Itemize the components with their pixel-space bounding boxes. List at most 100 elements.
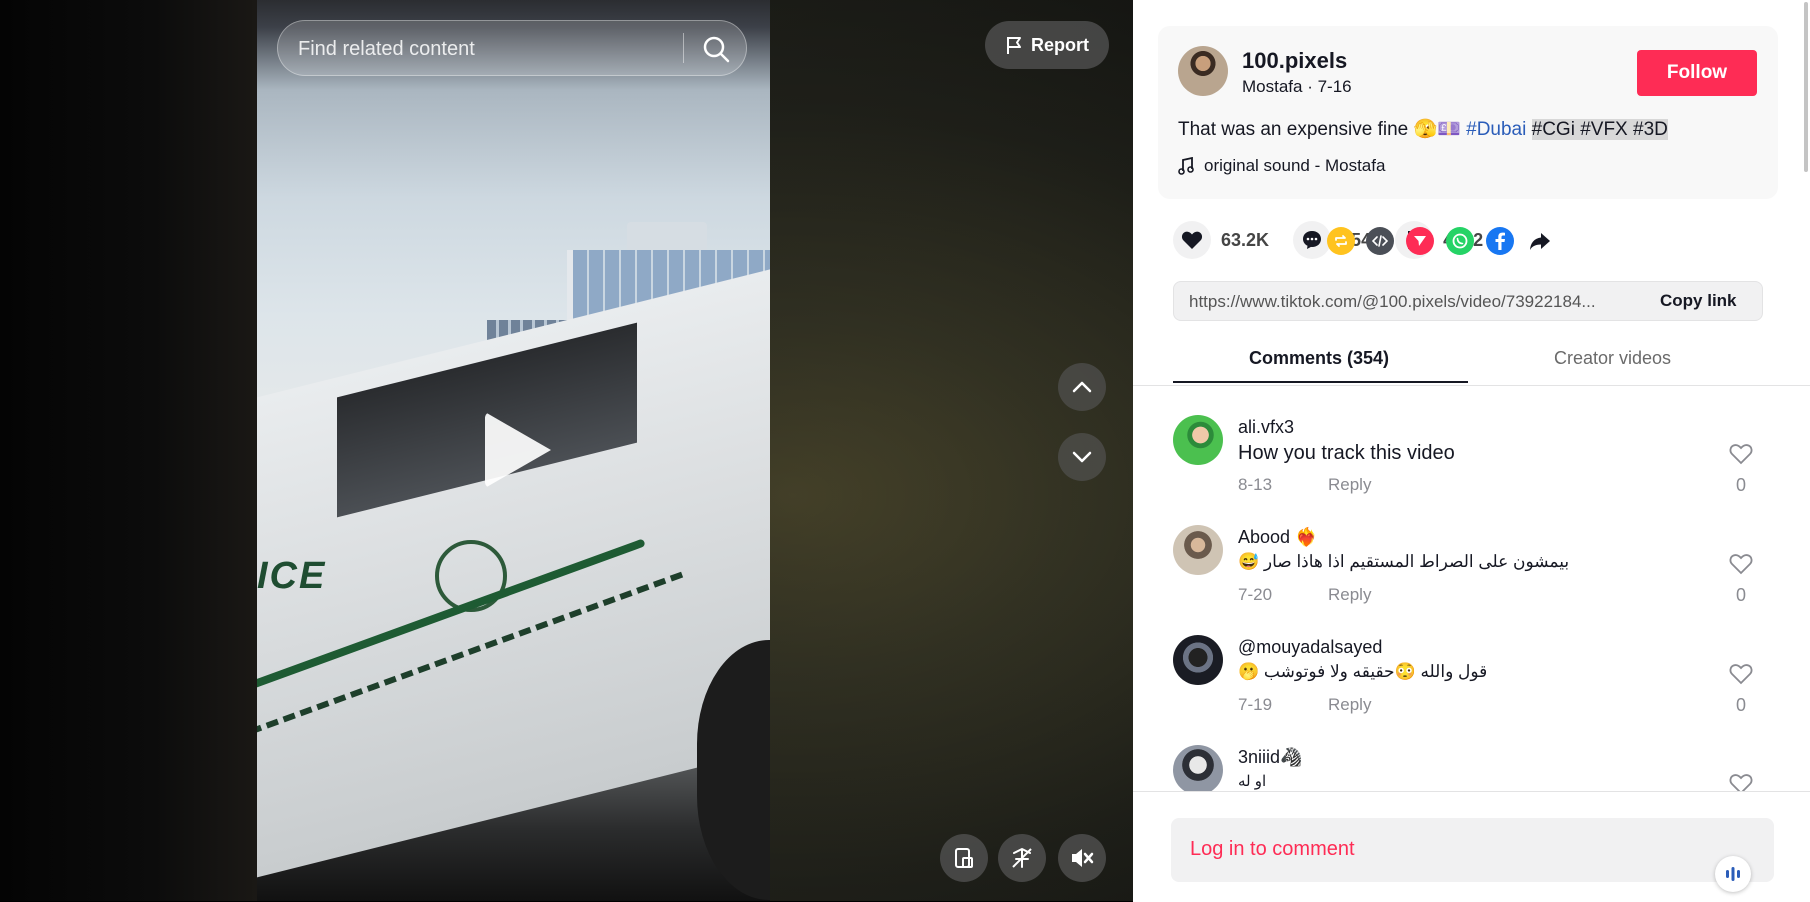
commenter-avatar[interactable] <box>1173 525 1223 575</box>
car-lettering: ICE <box>257 555 327 597</box>
comment-item: @mouyadalsayed قول والله 😳حقيقه ولا فوتو… <box>1173 615 1773 725</box>
commenter-avatar[interactable] <box>1173 745 1223 791</box>
audio-bars-icon <box>1726 867 1740 881</box>
repost-icon <box>1335 235 1347 247</box>
flag-icon <box>1007 37 1021 54</box>
send-icon <box>1414 236 1426 246</box>
share-arrow-icon <box>1530 233 1550 250</box>
post-info-card: 100.pixels Mostafa · 7-16 Follow That wa… <box>1158 26 1778 199</box>
commenter-name[interactable]: Abood ❤️‍🔥 <box>1238 527 1317 548</box>
chevron-up-icon <box>1072 381 1092 393</box>
author-nickname: Mostafa <box>1242 77 1303 96</box>
miniplayer-button[interactable] <box>940 834 988 882</box>
copy-link-button[interactable]: Copy link <box>1660 291 1737 311</box>
author-subline: Mostafa · 7-16 <box>1242 77 1352 96</box>
miniplayer-icon <box>955 848 973 868</box>
sound-link[interactable]: original sound - Mostafa <box>1178 156 1385 176</box>
follow-button[interactable]: Follow <box>1637 50 1757 96</box>
sound-label: original sound - Mostafa <box>1204 156 1386 175</box>
hashtag-cgi[interactable]: #CGi <box>1531 119 1575 140</box>
send-to-friends-button[interactable] <box>1406 227 1434 255</box>
comment-text: بيمشون على الصراط المستقيم اذا هاذا صار … <box>1238 552 1570 571</box>
comment-date: 7-20 <box>1238 585 1273 604</box>
search-bar[interactable] <box>277 20 747 77</box>
comment-like-button[interactable] <box>1726 773 1756 791</box>
panel-tabs: Comments (354) Creator videos <box>1133 340 1810 386</box>
comment-like-button[interactable] <box>1726 663 1756 690</box>
comment-text: قول والله 😳حقيقه ولا فوتوشب 🫢 <box>1238 662 1488 681</box>
float-icon <box>1012 847 1032 868</box>
hashtag-vfx[interactable]: #VFX <box>1580 119 1628 140</box>
login-to-comment-button[interactable]: Log in to comment <box>1171 818 1774 892</box>
comment-input-bar: Log in to comment <box>1133 791 1810 902</box>
whatsapp-share-button[interactable] <box>1446 227 1474 255</box>
facebook-icon <box>1495 232 1505 250</box>
comment-item: 3niiid🦓 او له <box>1173 725 1773 791</box>
panel-scrollbar[interactable] <box>1804 2 1808 172</box>
repost-button[interactable] <box>1327 227 1355 255</box>
tab-comments[interactable]: Comments (354) <box>1249 348 1389 369</box>
heart-outline-icon <box>1729 444 1753 465</box>
whatsapp-icon <box>1452 233 1468 249</box>
report-label: Report <box>1031 34 1089 55</box>
comment-list[interactable]: ali.vfx3 How you track this video 8-13 R… <box>1133 395 1810 791</box>
comment-text: او له <box>1238 773 1267 790</box>
commenter-name[interactable]: 3niiid🦓 <box>1238 747 1302 768</box>
like-stat[interactable]: 63.2K <box>1173 221 1269 259</box>
post-date: 7-16 <box>1317 77 1352 96</box>
details-panel: 100.pixels Mostafa · 7-16 Follow That wa… <box>1133 0 1810 902</box>
search-icon[interactable] <box>701 34 731 64</box>
comment-button[interactable] <box>1293 221 1332 259</box>
reply-button[interactable]: Reply <box>1328 475 1371 495</box>
comment-text: How you track this video <box>1238 442 1455 464</box>
author-username[interactable]: 100.pixels <box>1242 48 1347 74</box>
music-note-icon <box>1178 157 1194 175</box>
comment-item: ali.vfx3 How you track this video 8-13 R… <box>1173 395 1773 505</box>
float-player-button[interactable] <box>998 834 1046 882</box>
mute-button[interactable] <box>1058 834 1106 882</box>
commenter-avatar[interactable] <box>1173 635 1223 685</box>
commenter-name[interactable]: @mouyadalsayed <box>1238 637 1382 658</box>
share-link-box: https://www.tiktok.com/@100.pixels/video… <box>1173 281 1763 321</box>
search-input[interactable] <box>296 21 680 77</box>
previous-video-button[interactable] <box>1058 363 1106 411</box>
caption-text: That was an expensive fine 🫣💷 <box>1178 119 1467 140</box>
like-button[interactable] <box>1173 221 1211 259</box>
comment-like-count: 0 <box>1735 475 1746 495</box>
like-count: 63.2K <box>1221 229 1270 250</box>
comment-date: 7-19 <box>1238 695 1273 714</box>
reply-button[interactable]: Reply <box>1328 585 1371 605</box>
comment-icon <box>1303 231 1322 249</box>
heart-outline-icon <box>1729 774 1753 791</box>
comment-date: 8-13 <box>1238 475 1273 494</box>
reply-button[interactable]: Reply <box>1328 695 1371 715</box>
commenter-name[interactable]: ali.vfx3 <box>1238 417 1294 438</box>
active-tab-indicator <box>1173 381 1468 383</box>
video-stage: ICE Report <box>0 0 1133 901</box>
author-avatar[interactable] <box>1178 46 1228 96</box>
hashtag-3d[interactable]: #3D <box>1633 119 1668 140</box>
commenter-avatar[interactable] <box>1173 415 1223 465</box>
comment-like-count: 0 <box>1735 585 1746 605</box>
share-url[interactable]: https://www.tiktok.com/@100.pixels/video… <box>1189 292 1634 312</box>
comment-like-button[interactable] <box>1726 553 1756 580</box>
tab-creator-videos[interactable]: Creator videos <box>1554 348 1671 369</box>
chevron-down-icon <box>1072 451 1092 463</box>
stage-backdrop-left <box>0 0 257 901</box>
voice-button[interactable] <box>1715 856 1751 892</box>
facebook-share-button[interactable] <box>1486 227 1514 255</box>
login-to-comment-label: Log in to comment <box>1190 838 1355 860</box>
heart-icon <box>1181 231 1203 249</box>
post-caption: That was an expensive fine 🫣💷 #Dubai #CG… <box>1178 117 1668 141</box>
embed-button[interactable] <box>1366 227 1394 255</box>
heart-outline-icon <box>1729 664 1753 685</box>
comment-item: Abood ❤️‍🔥 بيمشون على الصراط المستقيم اذ… <box>1173 505 1773 615</box>
next-video-button[interactable] <box>1058 433 1106 481</box>
hashtag-dubai[interactable]: #Dubai <box>1466 119 1526 140</box>
comment-like-count: 0 <box>1735 695 1746 715</box>
more-share-button[interactable] <box>1526 227 1554 255</box>
play-icon[interactable] <box>485 412 551 488</box>
code-icon <box>1372 235 1388 247</box>
comment-like-button[interactable] <box>1726 443 1756 470</box>
report-button[interactable]: Report <box>985 21 1109 69</box>
